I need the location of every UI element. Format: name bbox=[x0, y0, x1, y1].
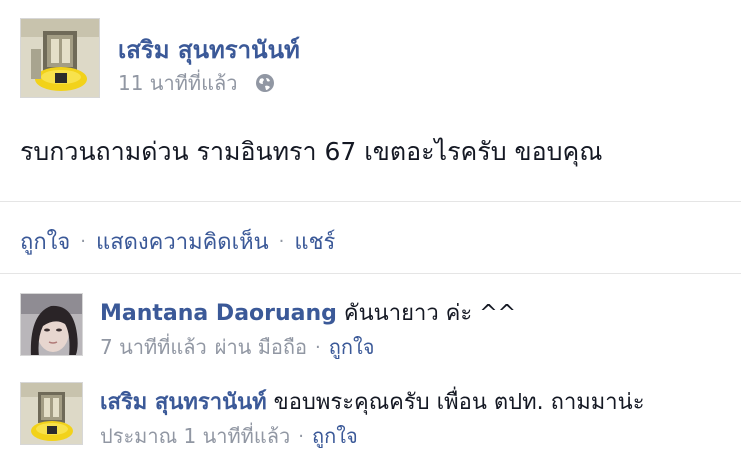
comment-via: ผ่าน มือถือ bbox=[214, 335, 308, 359]
separator-dot: · bbox=[278, 231, 285, 252]
post-timestamp[interactable]: 11 นาทีที่แล้ว bbox=[118, 67, 237, 99]
comment-line: เสริม สุนทรานันท์ ขอบพระคุณครับ เพื่อน ต… bbox=[100, 384, 645, 419]
post-meta: 11 นาทีที่แล้ว bbox=[118, 67, 275, 99]
commenter-avatar[interactable] bbox=[20, 382, 83, 445]
comment-meta: ประมาณ 1 นาทีที่แล้ว · ถูกใจ bbox=[100, 420, 358, 452]
comment-text: ขอบพระคุณครับ เพื่อน ตปท. ถามมาน่ะ bbox=[273, 390, 645, 415]
globe-icon[interactable] bbox=[255, 73, 275, 93]
comment-meta: 7 นาทีที่แล้ว ผ่าน มือถือ · ถูกใจ bbox=[100, 331, 374, 363]
post-text: รบกวนถามด่วน รามอินทรา 67 เขตอะไรครับ ขอ… bbox=[20, 137, 603, 166]
commenter-avatar[interactable] bbox=[20, 293, 83, 356]
separator-dot: · bbox=[80, 231, 87, 252]
divider bbox=[0, 273, 741, 274]
separator-dot: · bbox=[298, 425, 304, 447]
author-avatar[interactable] bbox=[20, 18, 100, 98]
comment-text: คันนายาว ค่ะ ^^ bbox=[343, 301, 517, 326]
comment-item: Mantana Daoruang คันนายาว ค่ะ ^^ 7 นาทีท… bbox=[20, 293, 740, 363]
comment-line: Mantana Daoruang คันนายาว ค่ะ ^^ bbox=[100, 295, 516, 330]
commenter-name[interactable]: เสริม สุนทรานันท์ bbox=[100, 390, 267, 415]
comment-item: เสริม สุนทรานันท์ ขอบพระคุณครับ เพื่อน ต… bbox=[20, 382, 740, 452]
post-actions: ถูกใจ · แสดงความคิดเห็น · แชร์ bbox=[20, 224, 335, 259]
separator-dot: · bbox=[315, 336, 321, 358]
commenter-name[interactable]: Mantana Daoruang bbox=[100, 301, 337, 326]
comment-like-link[interactable]: ถูกใจ bbox=[329, 331, 375, 363]
comment-like-link[interactable]: ถูกใจ bbox=[312, 420, 358, 452]
comment-timestamp[interactable]: 7 นาทีที่แล้ว bbox=[100, 331, 207, 363]
like-link[interactable]: ถูกใจ bbox=[20, 224, 70, 259]
divider bbox=[0, 201, 741, 202]
post-header: เสริม สุนทรานันท์ 11 นาทีที่แล้ว bbox=[20, 18, 720, 100]
comment-timestamp[interactable]: ประมาณ 1 นาทีที่แล้ว bbox=[100, 420, 290, 452]
post-author-name[interactable]: เสริม สุนทรานันท์ bbox=[118, 30, 300, 69]
comment-link[interactable]: แสดงความคิดเห็น bbox=[96, 224, 269, 259]
share-link[interactable]: แชร์ bbox=[294, 224, 335, 259]
